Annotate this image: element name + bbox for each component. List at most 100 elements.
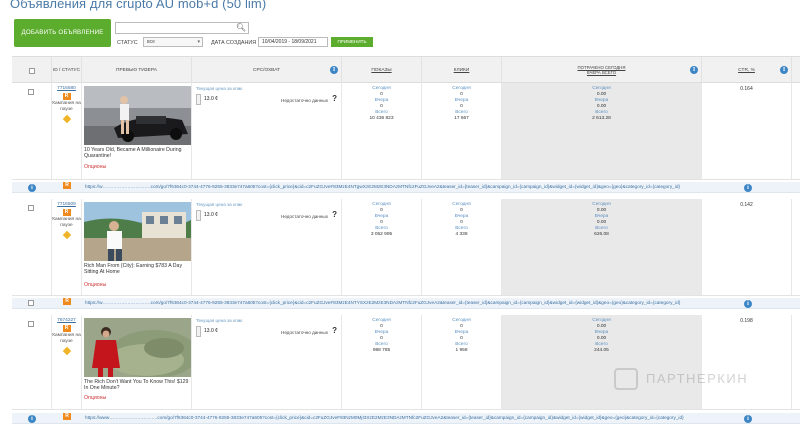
header-ctr[interactable]: CTR, % i <box>702 57 792 84</box>
clicks-cell: Сегодня 0 Вчера 0 Всего 4 338 <box>422 199 502 295</box>
info-icon[interactable]: i <box>690 66 698 74</box>
cpc-value: 13.0 ¢ <box>204 328 218 334</box>
pause-status-icon <box>62 346 71 356</box>
cpc-value: 13.0 ¢ <box>204 96 218 102</box>
cpc-cell: Текущая цена за клик 13.0 ¢ Недостаточно… <box>192 83 342 179</box>
ctr-value: 0.198 <box>740 318 753 324</box>
select-all-checkbox[interactable] <box>28 67 35 74</box>
stat-value: 3 052 995 <box>370 232 393 237</box>
row-checkbox-cell <box>12 199 52 295</box>
status-select[interactable]: все ▾ <box>143 37 203 47</box>
date-range-input[interactable]: 10/04/2019 - 18/09/2021 <box>258 37 328 47</box>
cpc-note: Недостаточно данных <box>281 98 328 103</box>
search-icon[interactable]: 🔍︎ <box>236 23 246 32</box>
tracking-url-link[interactable]: https://w………………………….com/go/7f6364c0-3744… <box>85 300 735 305</box>
campaign-status: Кампания на паузе <box>52 333 81 344</box>
watermark: ПАРТНЕРКИН <box>614 366 780 394</box>
table-header: ID / СТАТУС ПРЕВЬЮ ТИЗЕРА CPC/ОХВАТ i ПО… <box>12 56 800 84</box>
apply-filter-button[interactable]: ПРИМЕНИТЬ <box>331 37 373 47</box>
spent-cell: Сегодня 0.00 Вчера 0.00 Всего 2 613.28 <box>502 83 702 179</box>
row-checkbox-cell <box>12 83 52 179</box>
info-icon[interactable]: i <box>744 183 752 192</box>
row-checkbox[interactable] <box>28 300 34 306</box>
teaser-image[interactable] <box>84 202 191 261</box>
status-badge: R <box>62 209 71 216</box>
teaser-id[interactable]: 7674227 <box>52 318 81 323</box>
stat-value: 244.05 <box>594 348 609 353</box>
status-badge: R <box>63 413 71 420</box>
cpc-slider[interactable] <box>196 94 201 105</box>
tracking-url-link[interactable]: https://www………………………….com/go/7f6364c0-37… <box>85 415 735 420</box>
header-spent[interactable]: ПОТРАЧЕНО СЕГОДНЯ ВЧЕРА ВСЕГО i <box>502 57 702 84</box>
campaign-status: Кампания на паузе <box>52 217 81 228</box>
help-icon[interactable]: ? <box>332 210 337 219</box>
add-ad-button[interactable]: ДОБАВИТЬ ОБЪЯВЛЕНИЕ <box>14 19 111 47</box>
id-status-cell: 7716509 R Кампания на паузе <box>52 199 82 295</box>
status-select-value: все <box>147 39 155 45</box>
cpc-label: Текущая цена за клик <box>196 202 243 207</box>
url-row: i R https://w………………………….com/go/7f6364c0-… <box>12 182 800 193</box>
page-title: Объявления для crupto AU mob+d (50 lim) <box>10 0 267 11</box>
info-icon[interactable]: i <box>780 66 788 74</box>
id-status-cell: 7674227 R Кампания на паузе <box>52 315 82 409</box>
impressions-cell: Сегодня 0 Вчера 0 Всего 3 052 995 <box>342 199 422 295</box>
info-icon[interactable]: i <box>744 299 752 308</box>
pause-status-icon <box>62 114 71 124</box>
cpc-cell: Текущая цена за клик 13.0 ¢ Недостаточно… <box>192 315 342 409</box>
stat-value: 2 613.28 <box>592 116 611 121</box>
pause-status-icon <box>62 230 71 240</box>
search-input[interactable]: 🔍︎ <box>115 22 249 34</box>
teaser-caption: Rich Man From {City}: Earning $783 A Day… <box>84 263 183 276</box>
teaser-caption: 10 Years Old, Became A Millionaire Durin… <box>84 147 182 160</box>
teaser-id[interactable]: 7716509 <box>52 202 81 207</box>
watermark-logo-icon <box>614 368 638 390</box>
ctr-value: 0.164 <box>740 86 753 92</box>
status-badge: R <box>62 93 71 100</box>
header-ctr-label: CTR, % <box>738 68 755 73</box>
clicks-cell: Сегодня 0 Вчера 0 Всего 1 958 <box>422 315 502 409</box>
teaser-id[interactable]: 7716580 <box>52 86 81 91</box>
row-checkbox[interactable] <box>28 205 34 211</box>
header-id-status[interactable]: ID / СТАТУС <box>52 57 82 84</box>
spent-cell: Сегодня 0.00 Вчера 0.00 Всего 626.08 <box>502 199 702 295</box>
help-icon[interactable]: ? <box>332 94 337 103</box>
ctr-value: 0.142 <box>740 202 753 208</box>
info-icon[interactable]: i <box>744 414 752 423</box>
table-row: 7716509 R Кампания на паузе Rich Man Fro… <box>12 199 800 296</box>
row-checkbox[interactable] <box>28 321 34 327</box>
teaser-image[interactable] <box>84 86 191 145</box>
stat-value: 10 436 823 <box>369 116 394 121</box>
preview-cell: The Rich Don't Want You To Know This! $1… <box>82 315 192 409</box>
stat-value: 626.08 <box>594 232 609 237</box>
cpc-slider[interactable] <box>196 326 201 337</box>
info-icon[interactable]: i <box>330 66 338 74</box>
status-badge: R <box>63 182 71 189</box>
teaser-topic: Опционы <box>84 395 107 401</box>
stat-value: 1 958 <box>455 348 468 353</box>
info-icon[interactable]: i <box>28 414 36 423</box>
stat-value: 17 667 <box>454 116 469 121</box>
impressions-cell: Сегодня 0 Вчера 0 Всего 988 785 <box>342 315 422 409</box>
tracking-url-link[interactable]: https://w………………………….com/go/7f6364c0-3744… <box>85 184 735 189</box>
info-icon[interactable]: i <box>28 183 36 192</box>
stat-value: 4 338 <box>455 232 468 237</box>
cpc-note: Недостаточно данных <box>281 214 328 219</box>
teaser-topic: Опционы <box>84 164 107 170</box>
cpc-label: Текущая цена за клик <box>196 86 243 91</box>
header-spent-label: ПОТРАЧЕНО СЕГОДНЯ ВЧЕРА ВСЕГО <box>577 64 626 75</box>
cpc-slider[interactable] <box>196 210 201 221</box>
status-badge: R <box>62 325 71 332</box>
preview-cell: 10 Years Old, Became A Millionaire Durin… <box>82 83 192 179</box>
url-row: i R https://www………………………….com/go/7f6364c… <box>12 413 800 424</box>
header-clicks[interactable]: КЛИКИ <box>422 57 502 84</box>
header-impressions[interactable]: ПОКАЗЫ <box>342 57 422 84</box>
spent-cell: Сегодня 0.00 Вчера 0.00 Всего 244.05 <box>502 315 702 409</box>
clicks-cell: Сегодня 0 Вчера 0 Всего 17 667 <box>422 83 502 179</box>
status-badge: R <box>63 298 71 305</box>
row-checkbox[interactable] <box>28 89 34 95</box>
ctr-cell: 0.142 <box>702 199 792 295</box>
help-icon[interactable]: ? <box>332 326 337 335</box>
cpc-cell: Текущая цена за клик 13.0 ¢ Недостаточно… <box>192 199 342 295</box>
teaser-image[interactable] <box>84 318 191 377</box>
campaign-status: Кампания на паузе <box>52 101 81 112</box>
